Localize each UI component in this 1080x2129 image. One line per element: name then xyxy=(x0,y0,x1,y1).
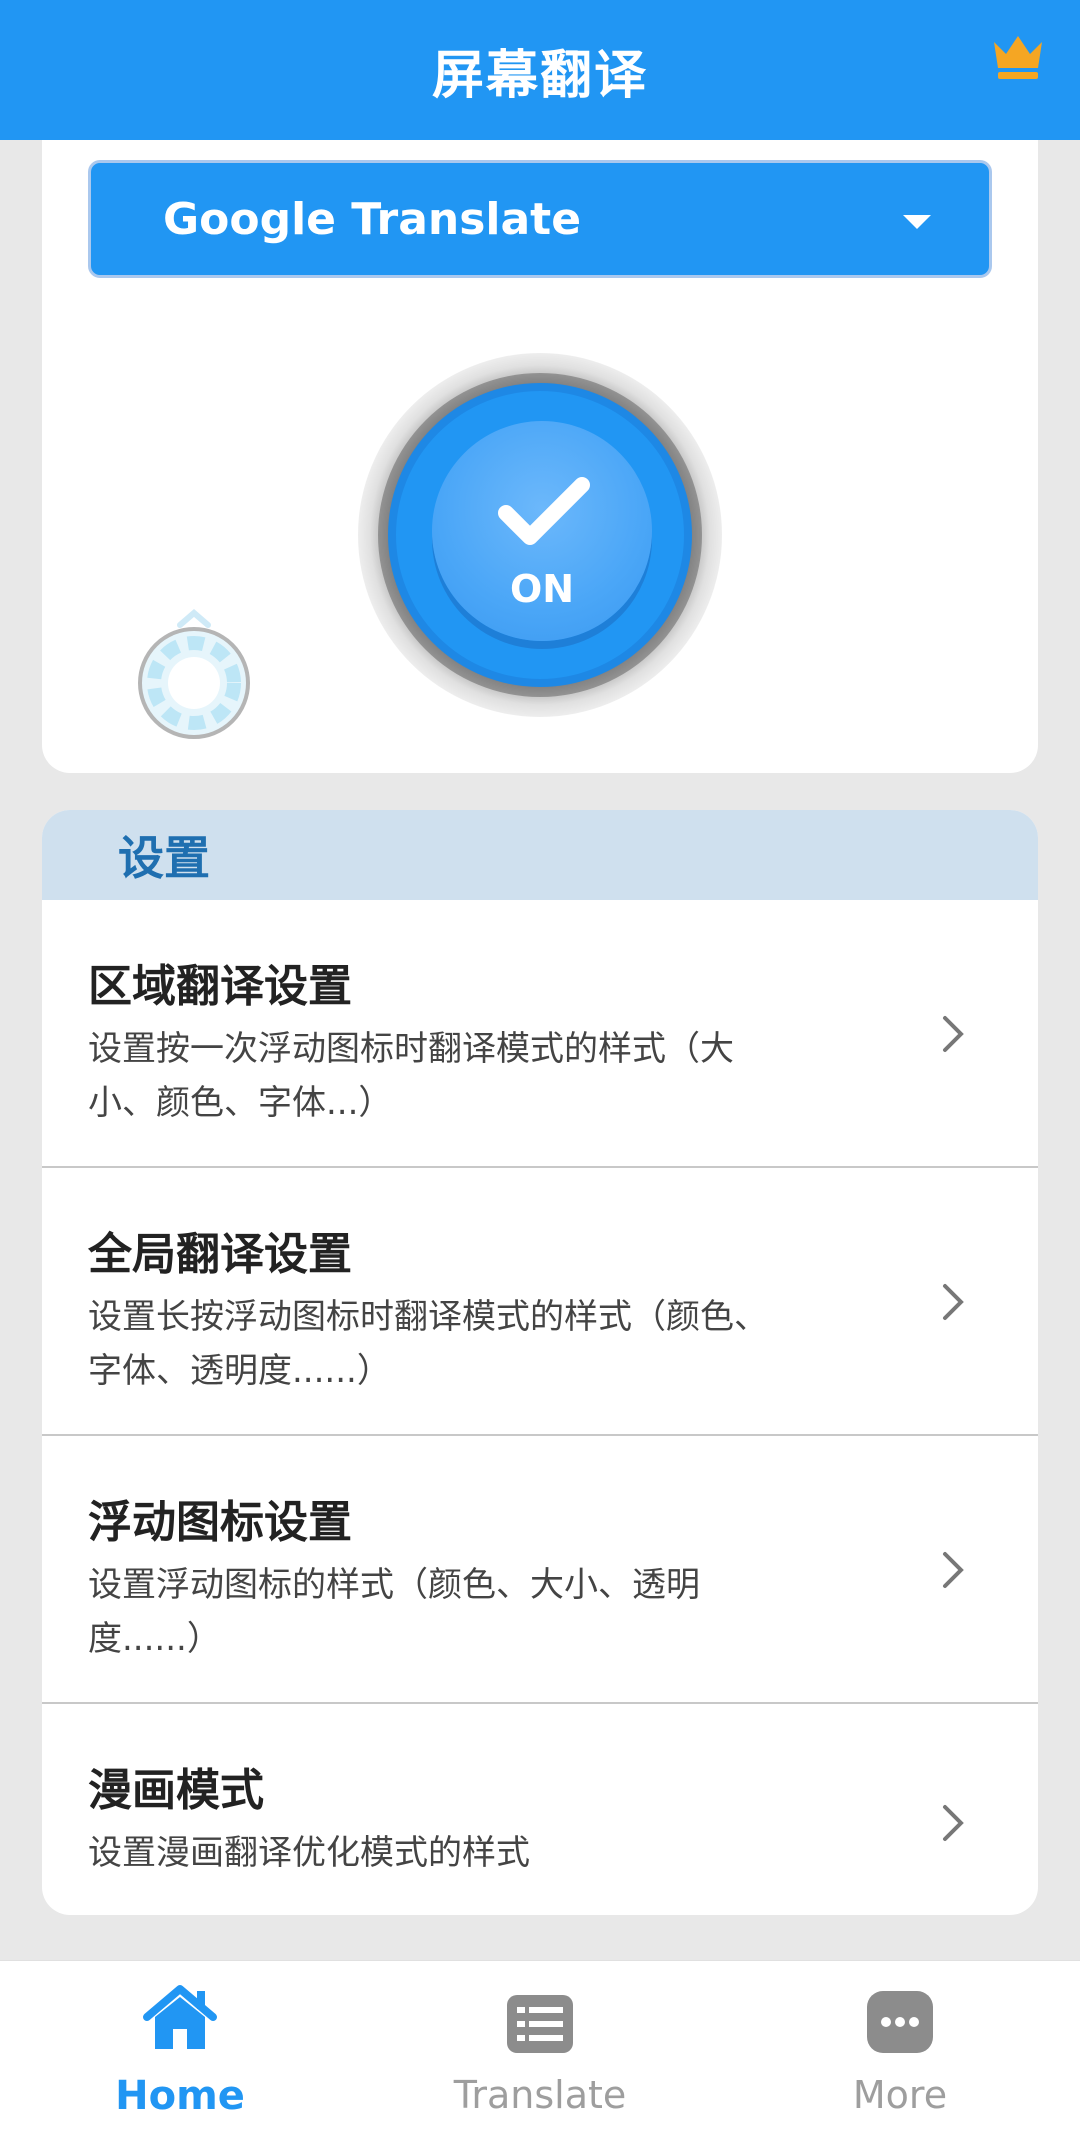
power-state-label: ON xyxy=(509,567,575,611)
nav-home[interactable]: Home xyxy=(60,1961,300,2129)
setting-title: 漫画模式 xyxy=(88,1765,264,1816)
chevron-right-icon xyxy=(943,1284,964,1320)
chevron-down-icon xyxy=(903,215,931,229)
settings-card: 设置 区域翻译设置 设置按一次浮动图标时翻译模式的样式（大 小、颜色、字体...… xyxy=(42,810,1038,1915)
setting-title: 浮动图标设置 xyxy=(88,1497,352,1548)
nav-translate-label: Translate xyxy=(453,2073,627,2117)
setting-global-translate[interactable]: 全局翻译设置 设置长按浮动图标时翻译模式的样式（颜色、 字体、透明度......… xyxy=(42,1168,1038,1436)
translate-control-card: Google Translate ON xyxy=(42,140,1038,773)
power-button-face: ON xyxy=(432,421,652,641)
setting-title: 全局翻译设置 xyxy=(88,1229,352,1280)
settings-title: 设置 xyxy=(118,831,210,885)
chevron-right-icon xyxy=(943,1016,964,1052)
setting-description-line1: 设置漫画翻译优化模式的样式 xyxy=(88,1833,530,1873)
power-toggle-button[interactable]: ON xyxy=(388,383,692,687)
chevron-right-icon xyxy=(943,1552,964,1588)
setting-comic-mode[interactable]: 漫画模式 设置漫画翻译优化模式的样式 xyxy=(42,1704,1038,1914)
home-icon xyxy=(143,1985,217,2049)
more-icon xyxy=(867,1991,933,2053)
nav-home-label: Home xyxy=(115,2073,245,2119)
page-title: 屏幕翻译 xyxy=(431,45,648,106)
setting-region-translate[interactable]: 区域翻译设置 设置按一次浮动图标时翻译模式的样式（大 小、颜色、字体...） xyxy=(42,900,1038,1168)
chevron-right-icon xyxy=(943,1805,964,1841)
setting-description-line2: 度......） xyxy=(88,1619,221,1659)
setting-floating-icon[interactable]: 浮动图标设置 设置浮动图标的样式（颜色、大小、透明 度......） xyxy=(42,1436,1038,1704)
floating-bubble-icon[interactable] xyxy=(134,605,254,740)
setting-description-line2: 字体、透明度......） xyxy=(88,1351,391,1391)
nav-more[interactable]: More xyxy=(780,1961,1020,2129)
setting-description-line2: 小、颜色、字体...） xyxy=(88,1083,393,1123)
setting-description-line1: 设置浮动图标的样式（颜色、大小、透明 xyxy=(88,1565,700,1605)
checkmark-icon xyxy=(498,477,590,545)
setting-description-line1: 设置长按浮动图标时翻译模式的样式（颜色、 xyxy=(88,1297,768,1337)
setting-description-line1: 设置按一次浮动图标时翻译模式的样式（大 xyxy=(88,1029,734,1069)
engine-selected-label: Google Translate xyxy=(163,193,582,245)
settings-header: 设置 xyxy=(42,810,1038,900)
crown-icon[interactable] xyxy=(992,32,1044,80)
setting-title: 区域翻译设置 xyxy=(88,961,352,1012)
list-icon xyxy=(507,1995,573,2053)
bottom-navigation: Home Translate More xyxy=(0,1960,1080,2129)
nav-more-label: More xyxy=(852,2073,948,2117)
nav-translate[interactable]: Translate xyxy=(420,1961,660,2129)
translation-engine-dropdown[interactable]: Google Translate xyxy=(88,160,992,278)
app-header: 屏幕翻译 xyxy=(0,0,1080,140)
